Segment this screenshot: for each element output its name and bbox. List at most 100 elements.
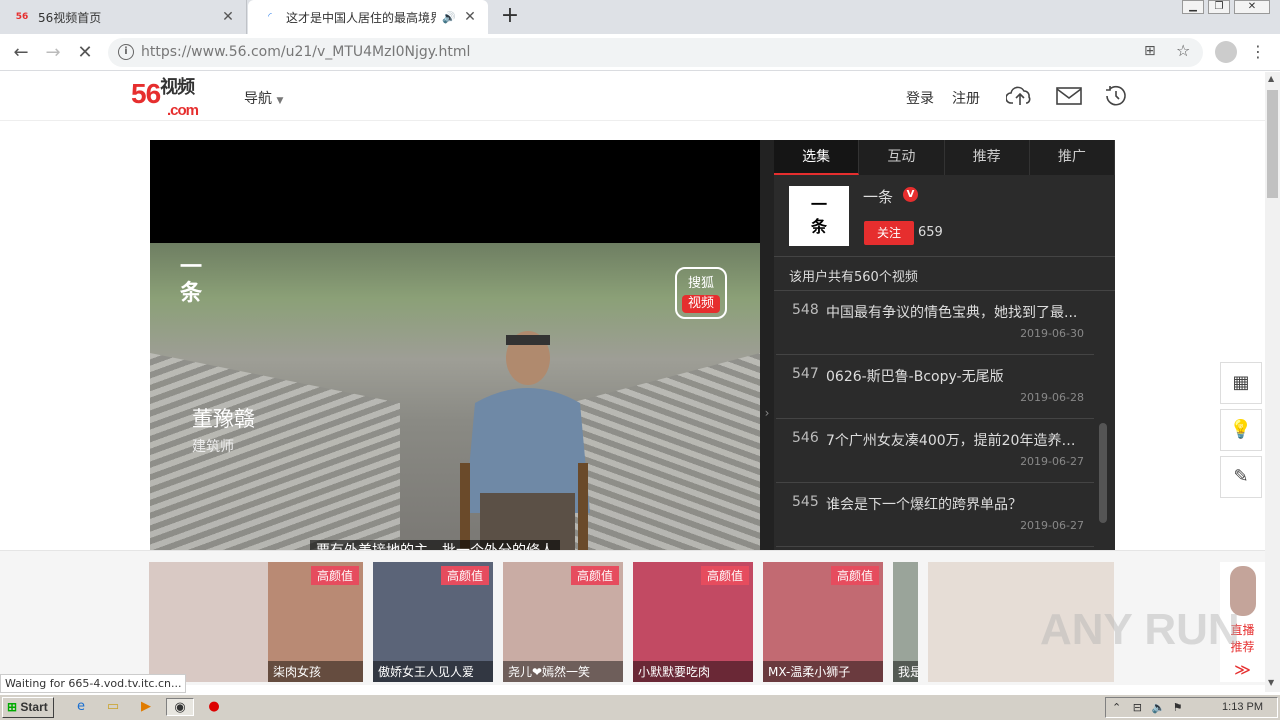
- favicon-56: 56: [15, 12, 29, 22]
- translate-icon[interactable]: ⊞: [1144, 43, 1156, 59]
- start-button[interactable]: ⊞ Start: [2, 697, 54, 718]
- channel-watermark: 一 条: [180, 255, 203, 306]
- speaker-icon[interactable]: 🔊: [442, 11, 456, 24]
- start-label: Start: [20, 700, 48, 714]
- page-scrollbar-thumb[interactable]: [1267, 90, 1278, 198]
- sohu-logo-line2: 视频: [682, 295, 720, 313]
- login-link[interactable]: 登录: [906, 88, 934, 108]
- video-title[interactable]: 7个广州女友凑400万，提前20年造养老...: [826, 430, 1086, 450]
- beauty-badge: 高颜值: [830, 566, 879, 585]
- url-text[interactable]: https://www.56.com/u21/v_MTU4MzI0Njgy.ht…: [141, 44, 470, 60]
- tab-interact[interactable]: 互动: [859, 140, 945, 175]
- scroll-down-icon[interactable]: ▼: [1268, 678, 1274, 687]
- live-thumb[interactable]: 我是: [893, 562, 918, 682]
- close-tab-icon[interactable]: ✕: [462, 9, 478, 25]
- sohu-logo-line1: 搜狐: [687, 276, 714, 291]
- anyrun-watermark: ANY RUN: [1040, 605, 1240, 654]
- logo-com: .com: [167, 102, 199, 119]
- close-tab-icon[interactable]: ✕: [220, 9, 236, 25]
- verified-badge-icon: V: [903, 187, 918, 202]
- tab-title: 这才是中国人居住的最高境界: [286, 10, 437, 25]
- scroll-up-icon[interactable]: ▲: [1268, 74, 1274, 83]
- bookmark-star-icon[interactable]: ☆: [1176, 41, 1190, 60]
- video-title[interactable]: 0626-斯巴鲁-Bcopy-无尾版: [826, 366, 1086, 386]
- double-chevron-right-icon[interactable]: ≫: [1220, 660, 1265, 679]
- live-thumb[interactable]: 高颜值 MX-温柔小狮子: [763, 562, 883, 682]
- logo-number: 56: [131, 78, 161, 109]
- nav-label: 导航: [244, 91, 272, 107]
- video-date: 2019-06-28: [1020, 391, 1084, 404]
- loading-spinner-icon: ◜: [268, 12, 272, 22]
- live-thumb[interactable]: 高颜值 傲娇女王人见人爱: [373, 562, 493, 682]
- media-player-icon[interactable]: ▶: [137, 698, 155, 716]
- video-title[interactable]: 谁会是下一个爆红的跨界单品？: [826, 494, 1086, 514]
- video-list-item[interactable]: 547 0626-斯巴鲁-Bcopy-无尾版 2019-06-28: [776, 355, 1094, 419]
- address-bar[interactable]: i https://www.56.com/u21/v_MTU4MzI0Njgy.…: [108, 38, 1203, 67]
- tab-episodes[interactable]: 选集: [774, 140, 860, 175]
- chevron-right-icon: ›: [764, 406, 770, 420]
- register-link[interactable]: 注册: [952, 88, 980, 108]
- mail-icon[interactable]: [1055, 84, 1083, 108]
- windows-logo-icon: ⊞: [7, 700, 18, 714]
- streamer-name: 小默默要吃肉: [633, 661, 753, 682]
- follow-button[interactable]: 关注: [864, 221, 914, 245]
- video-list-item[interactable]: 548 中国最有争议的情色宝典，她找到了最... 2019-06-30: [776, 291, 1094, 355]
- author-avatar[interactable]: 一 条: [789, 186, 849, 246]
- close-window-button[interactable]: ✕: [1234, 0, 1270, 14]
- video-count-text: 该用户共有560个视频: [774, 256, 1115, 291]
- stop-loading-icon[interactable]: ✕: [73, 41, 97, 65]
- forward-icon[interactable]: →: [41, 41, 65, 65]
- tab-promote[interactable]: 推广: [1030, 140, 1115, 175]
- site-info-icon[interactable]: i: [118, 44, 134, 60]
- tray-expand-icon[interactable]: ⌃: [1112, 701, 1121, 714]
- video-date: 2019-06-27: [1020, 519, 1084, 532]
- panel-collapse-toggle[interactable]: ›: [760, 140, 774, 550]
- video-frame: 一 条 搜狐 视频 董豫赣 建筑师: [150, 243, 760, 550]
- edit-icon[interactable]: ✎: [1220, 456, 1262, 498]
- beauty-badge: 高颜值: [700, 566, 749, 585]
- live-thumb[interactable]: 高颜值 尧儿❤嫣然一笑: [503, 562, 623, 682]
- new-tab-button[interactable]: +: [498, 4, 522, 28]
- taskbar-clock[interactable]: 1:13 PM: [1222, 698, 1263, 717]
- video-number: 547: [792, 366, 819, 382]
- restore-button[interactable]: ❐: [1208, 0, 1230, 14]
- ie-icon[interactable]: e: [72, 698, 90, 716]
- back-icon[interactable]: ←: [9, 41, 33, 65]
- tab-recommend[interactable]: 推荐: [945, 140, 1030, 175]
- network-icon[interactable]: ⊟: [1133, 701, 1142, 714]
- opera-icon[interactable]: ●: [205, 698, 223, 716]
- live-thumb[interactable]: 高颜值 柒肉女孩: [268, 562, 363, 682]
- volume-icon[interactable]: 🔈: [1151, 701, 1165, 714]
- video-number: 546: [792, 430, 819, 446]
- lightbulb-icon[interactable]: 💡: [1220, 409, 1262, 451]
- site-logo[interactable]: 56视频 .com: [131, 77, 199, 119]
- video-title[interactable]: 中国最有争议的情色宝典，她找到了最...: [826, 302, 1086, 322]
- video-number: 548: [792, 302, 819, 318]
- minimize-button[interactable]: ▁: [1182, 0, 1204, 14]
- tab-title: 56视频首页: [38, 10, 102, 25]
- video-player[interactable]: 一 条 搜狐 视频 董豫赣 建筑师 要有外美接地的主，批一个外分的修人: [150, 140, 760, 550]
- windows-taskbar: ⊞ Start e ▭ ▶ ◉ ● ⌃ ⊟ 🔈 ⚑ 1:13 PM: [0, 694, 1280, 720]
- video-list-item[interactable]: 546 7个广州女友凑400万，提前20年造养老... 2019-06-27: [776, 419, 1094, 483]
- nav-menu[interactable]: 导航 ▼: [244, 88, 283, 108]
- browser-tab-current[interactable]: ◜ 这才是中国人居住的最高境界 🔊 ✕: [248, 0, 488, 34]
- logo-cn: 视频: [160, 77, 195, 97]
- flag-icon[interactable]: ⚑: [1173, 701, 1183, 714]
- qrcode-icon[interactable]: ▦: [1220, 362, 1262, 404]
- video-number: 545: [792, 494, 819, 510]
- folder-icon[interactable]: ▭: [104, 698, 122, 716]
- upload-cloud-icon[interactable]: [1006, 84, 1034, 108]
- video-list-item[interactable]: 545 谁会是下一个爆红的跨界单品？ 2019-06-27: [776, 483, 1094, 547]
- profile-avatar-icon[interactable]: [1215, 41, 1237, 63]
- beauty-badge: 高颜值: [310, 566, 359, 585]
- author-name[interactable]: 一条: [863, 186, 893, 207]
- streamer-name: MX-温柔小狮子: [763, 661, 883, 682]
- page-scrollbar[interactable]: ▲ ▼: [1265, 72, 1280, 692]
- history-icon[interactable]: [1102, 84, 1130, 108]
- live-thumb[interactable]: 高颜值 小默默要吃肉: [633, 562, 753, 682]
- browser-menu-icon[interactable]: ⋮: [1250, 42, 1266, 61]
- chrome-taskbar-icon[interactable]: ◉: [166, 698, 194, 716]
- browser-tab-56-home[interactable]: 56 56视频首页 ✕: [0, 0, 247, 34]
- panel-scrollbar[interactable]: [1099, 423, 1107, 523]
- live-thumb[interactable]: [149, 562, 268, 682]
